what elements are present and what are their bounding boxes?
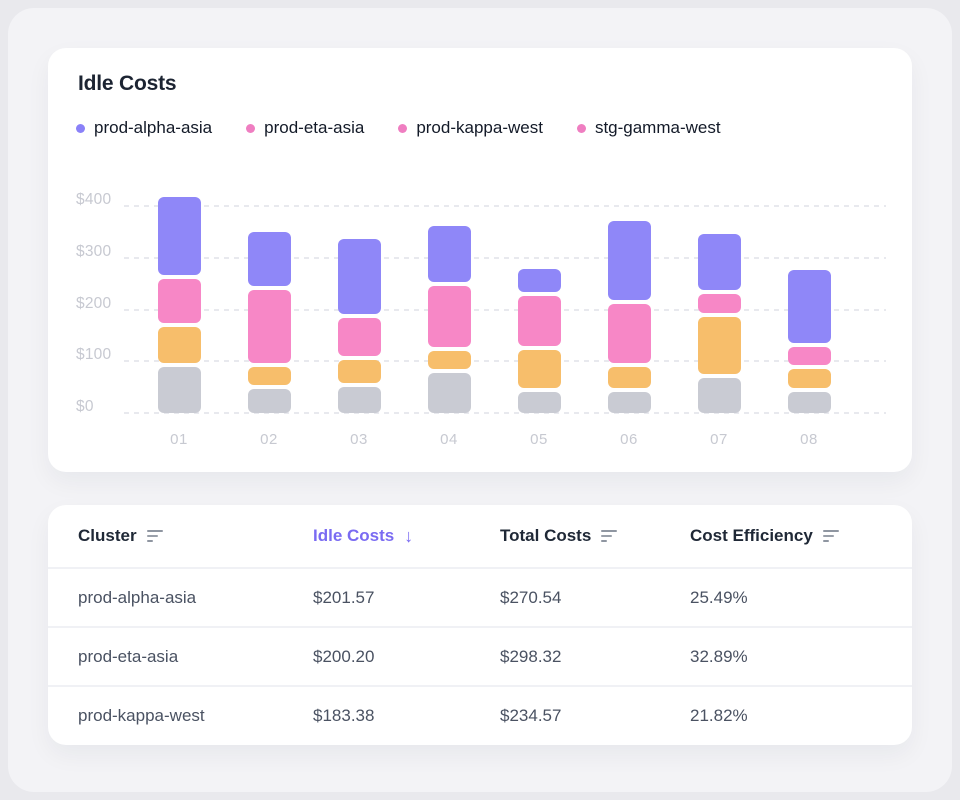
chart-plot: $400 $300 $200 $100 $0 01 02 03 04 05 06 07 08 (48, 48, 912, 472)
cell-idle: $183.38 (313, 706, 500, 726)
gridline (124, 205, 886, 207)
bar-08-prod-eta-asia[interactable] (788, 347, 831, 365)
bar-04-stg-gamma-west[interactable] (428, 373, 471, 413)
cell-efficiency: 25.49% (690, 588, 882, 608)
gridline (124, 309, 886, 311)
bar-08-prod-alpha-asia[interactable] (788, 270, 831, 343)
cell-cluster: prod-kappa-west (78, 706, 313, 726)
bar-03-stg-gamma-west[interactable] (338, 387, 381, 413)
cell-idle: $200.20 (313, 647, 500, 667)
bar-05-stg-gamma-west[interactable] (518, 392, 561, 413)
column-label: Idle Costs (313, 526, 394, 546)
bar-05-prod-alpha-asia[interactable] (518, 269, 561, 292)
y-axis-tick: $300 (76, 243, 111, 261)
y-axis-tick: $400 (76, 191, 111, 209)
bar-07-prod-eta-asia[interactable] (698, 294, 741, 313)
bar-01-stg-gamma-west[interactable] (158, 367, 201, 413)
table-header-idle[interactable]: Idle Costs ↓ (313, 526, 500, 547)
table-header-cluster[interactable]: Cluster (78, 526, 313, 546)
x-axis-tick: 07 (689, 431, 749, 448)
sort-descending-arrow-icon: ↓ (404, 526, 413, 547)
bar-01-prod-eta-asia[interactable] (158, 279, 201, 323)
bar-02-stg-gamma-west[interactable] (248, 389, 291, 413)
bar-04-prod-eta-asia[interactable] (428, 286, 471, 347)
idle-costs-card: Idle Costs prod-alpha-asiaprod-eta-asiap… (48, 48, 912, 472)
bar-07-stg-gamma-west[interactable] (698, 378, 741, 413)
cell-total: $270.54 (500, 588, 690, 608)
x-axis-tick: 02 (239, 431, 299, 448)
y-axis-tick: $0 (76, 398, 94, 416)
cell-cluster: prod-eta-asia (78, 647, 313, 667)
bar-07-prod-kappa-west[interactable] (698, 317, 741, 374)
gridline (124, 360, 886, 362)
cell-efficiency: 32.89% (690, 647, 882, 667)
bar-06-prod-eta-asia[interactable] (608, 304, 651, 364)
bar-06-prod-kappa-west[interactable] (608, 367, 651, 388)
cell-total: $298.32 (500, 647, 690, 667)
column-label: Cost Efficiency (690, 526, 813, 546)
y-axis-tick: $100 (76, 346, 111, 364)
bar-02-prod-eta-asia[interactable] (248, 290, 291, 363)
table-header-efficiency[interactable]: Cost Efficiency (690, 526, 882, 546)
clusters-table-card: Cluster Idle Costs ↓ Total Costs Cost Effici… (48, 505, 912, 745)
bar-08-stg-gamma-west[interactable] (788, 392, 831, 413)
bar-06-prod-alpha-asia[interactable] (608, 221, 651, 300)
table-header-row: Cluster Idle Costs ↓ Total Costs Cost Effici… (48, 505, 912, 567)
table-row-prod-alpha-asia[interactable]: prod-alpha-asia$201.57$270.5425.49% (48, 567, 912, 626)
cell-idle: $201.57 (313, 588, 500, 608)
bar-03-prod-eta-asia[interactable] (338, 318, 381, 357)
bar-06-stg-gamma-west[interactable] (608, 392, 651, 413)
bar-04-prod-kappa-west[interactable] (428, 351, 471, 369)
x-axis-tick: 06 (599, 431, 659, 448)
table-body: prod-alpha-asia$201.57$270.5425.49%prod-… (48, 567, 912, 744)
gridline (124, 412, 886, 414)
x-axis-tick: 08 (779, 431, 839, 448)
table-header-total[interactable]: Total Costs (500, 526, 690, 546)
column-label: Total Costs (500, 526, 591, 546)
bar-07-prod-alpha-asia[interactable] (698, 234, 741, 290)
bar-03-prod-alpha-asia[interactable] (338, 239, 381, 314)
bar-05-prod-kappa-west[interactable] (518, 350, 561, 388)
cell-efficiency: 21.82% (690, 706, 882, 726)
x-axis-tick: 04 (419, 431, 479, 448)
bar-01-prod-kappa-west[interactable] (158, 327, 201, 363)
sort-filter-icon (147, 530, 163, 543)
sort-filter-icon (823, 530, 839, 543)
cell-total: $234.57 (500, 706, 690, 726)
bar-05-prod-eta-asia[interactable] (518, 296, 561, 346)
x-axis-tick: 03 (329, 431, 389, 448)
sort-filter-icon (601, 530, 617, 543)
bar-01-prod-alpha-asia[interactable] (158, 197, 201, 276)
bar-02-prod-alpha-asia[interactable] (248, 232, 291, 285)
gridline (124, 257, 886, 259)
x-axis-tick: 05 (509, 431, 569, 448)
bar-02-prod-kappa-west[interactable] (248, 367, 291, 385)
cell-cluster: prod-alpha-asia (78, 588, 313, 608)
bar-08-prod-kappa-west[interactable] (788, 369, 831, 388)
bar-04-prod-alpha-asia[interactable] (428, 226, 471, 283)
column-label: Cluster (78, 526, 137, 546)
table-row-prod-eta-asia[interactable]: prod-eta-asia$200.20$298.3232.89% (48, 626, 912, 685)
bar-03-prod-kappa-west[interactable] (338, 360, 381, 383)
x-axis-tick: 01 (149, 431, 209, 448)
table-row-prod-kappa-west[interactable]: prod-kappa-west$183.38$234.5721.82% (48, 685, 912, 744)
y-axis-tick: $200 (76, 295, 111, 313)
